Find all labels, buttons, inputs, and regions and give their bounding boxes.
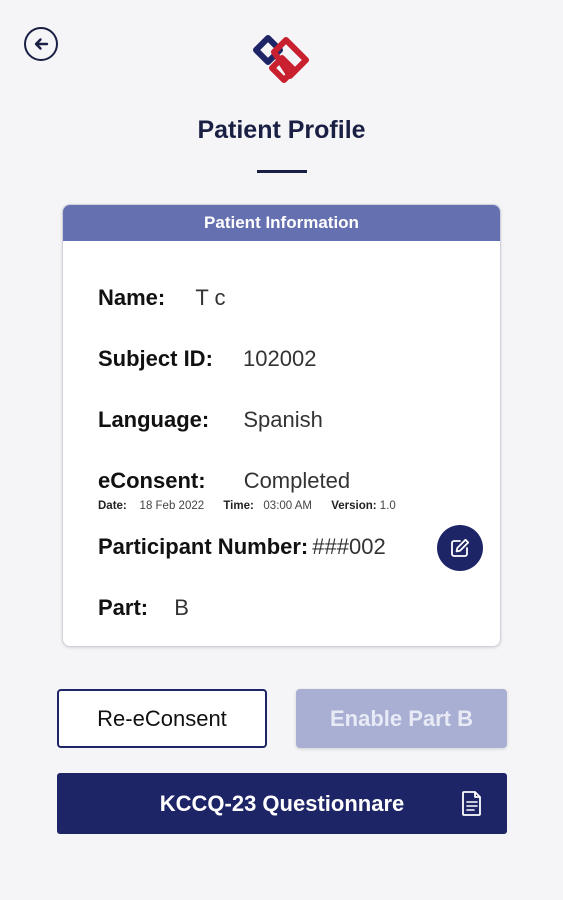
page-title: Patient Profile — [197, 116, 366, 144]
part-row: Part: B — [98, 595, 189, 621]
econsent-row: eConsent: Completed — [98, 468, 350, 494]
subject-id-value: 102002 — [243, 346, 317, 371]
questionnaire-button[interactable]: KCCQ-23 Questionnare — [57, 773, 507, 834]
edit-icon — [451, 538, 470, 557]
date-label: Date: — [98, 500, 127, 512]
card-header: Patient Information — [63, 205, 500, 241]
version-label: Version: — [331, 500, 377, 512]
econsent-value: Completed — [243, 468, 351, 493]
econsent-details: Date: 18 Feb 2022 Time: 03:00 AM Version… — [98, 500, 412, 512]
time-value: 03:00 AM — [263, 500, 312, 512]
date-value: 18 Feb 2022 — [139, 500, 205, 512]
participant-number-row: Participant Number: ###002 — [98, 534, 386, 560]
name-row: Name: T c — [98, 285, 226, 311]
language-label: Language: — [98, 407, 210, 432]
name-label: Name: — [98, 285, 166, 310]
part-value: B — [174, 595, 189, 620]
participant-number-value: ###002 — [312, 534, 386, 559]
app-logo — [253, 35, 309, 83]
re-econsent-button[interactable]: Re-eConsent — [57, 689, 267, 748]
time-label: Time: — [223, 500, 254, 512]
subject-id-row: Subject ID: 102002 — [98, 346, 316, 372]
part-label: Part: — [98, 595, 149, 620]
name-value: T c — [195, 285, 226, 310]
back-button[interactable] — [24, 27, 58, 61]
econsent-label: eConsent: — [98, 468, 206, 493]
version-value: 1.0 — [379, 500, 396, 512]
patient-info-card: Patient Information Name: T c Subject ID… — [62, 204, 501, 647]
participant-number-label: Participant Number: — [98, 534, 309, 559]
language-row: Language: Spanish — [98, 407, 323, 433]
title-underline — [257, 170, 307, 173]
arrow-left-icon — [34, 38, 49, 50]
document-icon — [462, 791, 481, 816]
language-value: Spanish — [243, 407, 323, 432]
edit-participant-button[interactable] — [437, 525, 483, 571]
enable-part-button[interactable]: Enable Part B — [296, 689, 507, 748]
questionnaire-label: KCCQ-23 Questionnare — [159, 790, 405, 816]
subject-id-label: Subject ID: — [98, 346, 213, 371]
